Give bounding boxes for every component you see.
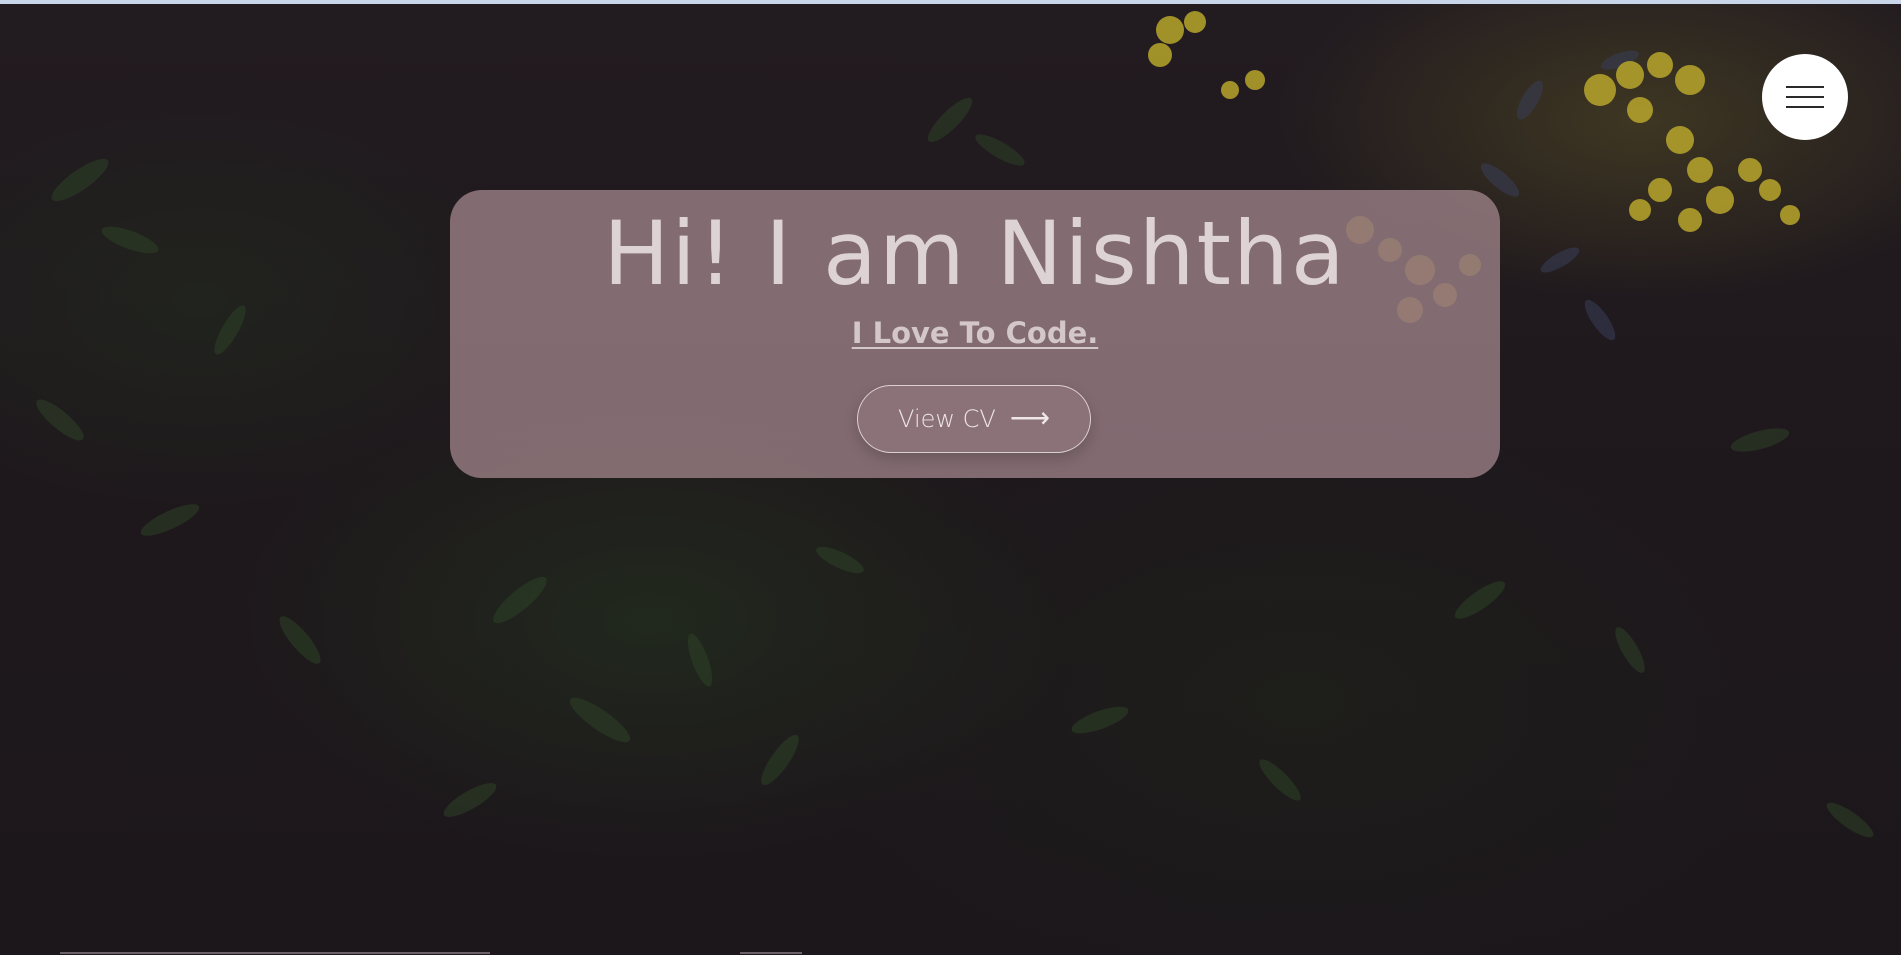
view-cv-button[interactable]: View CV ⟶ xyxy=(857,385,1091,453)
view-cv-label: View CV xyxy=(898,405,996,433)
hero-card: Hi! I am Nishtha I Love To Code. View CV… xyxy=(450,190,1500,478)
bottom-divider-right xyxy=(740,952,802,954)
bottom-divider-left xyxy=(60,952,490,954)
arrow-right-icon: ⟶ xyxy=(1009,401,1050,434)
hamburger-menu-icon xyxy=(1786,86,1824,108)
hero-title: Hi! I am Nishtha xyxy=(603,202,1347,305)
menu-button[interactable] xyxy=(1762,54,1848,140)
hero-subtitle: I Love To Code. xyxy=(851,316,1099,351)
page: Hi! I am Nishtha I Love To Code. View CV… xyxy=(0,0,1901,955)
